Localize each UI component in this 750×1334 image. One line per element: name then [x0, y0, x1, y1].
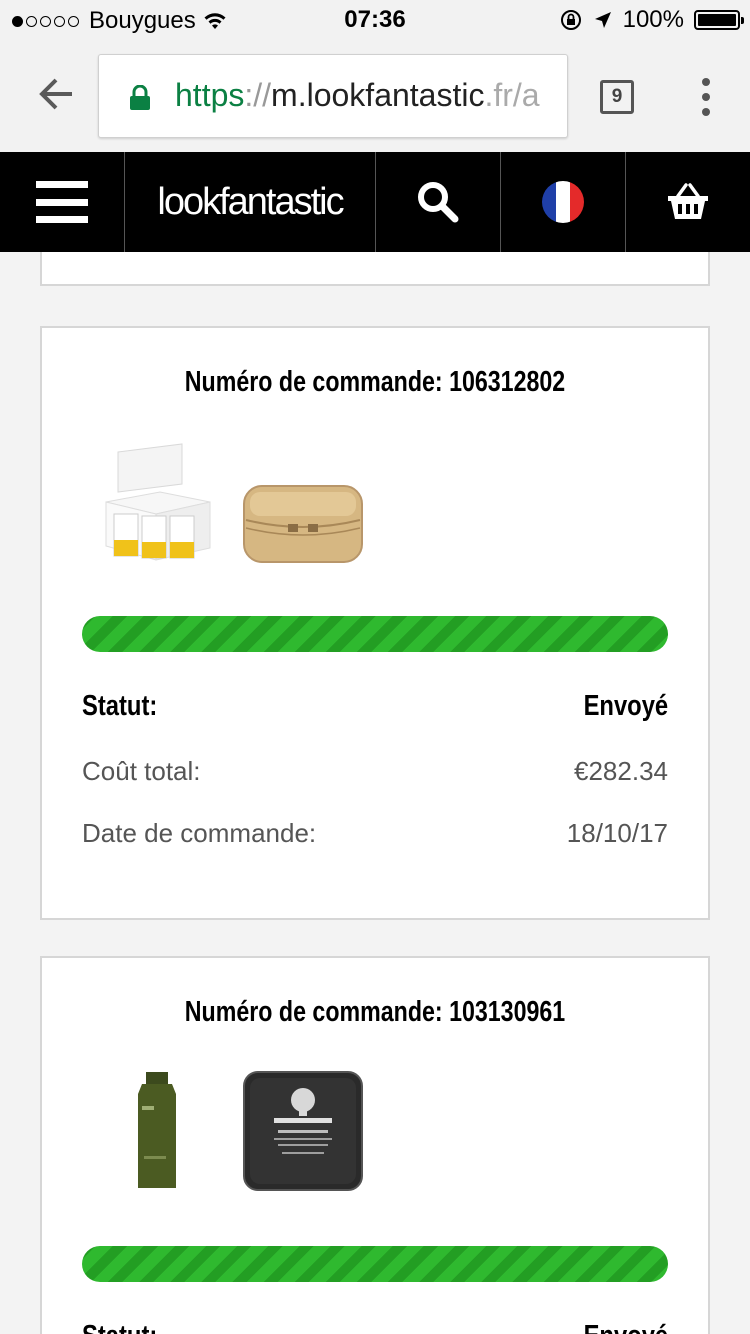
order-status-row: Statut: Envoyé	[82, 690, 668, 723]
battery-percentage: 100%	[622, 6, 684, 33]
back-arrow-icon[interactable]	[36, 74, 76, 114]
order-total-row: Coût total: €282.34	[82, 756, 668, 787]
battery-icon	[694, 10, 744, 30]
product-thumbnail[interactable]	[238, 1066, 368, 1196]
search-button[interactable]	[376, 152, 500, 252]
address-bar[interactable]: https://m.lookfantastic.fr/a	[98, 54, 568, 138]
order-number: Numéro de commande: 103130961	[184, 996, 566, 1028]
product-thumbnail[interactable]	[238, 436, 368, 566]
tab-switcher-button[interactable]: 9	[600, 80, 634, 114]
previous-order-card	[40, 252, 710, 286]
browser-toolbar: https://m.lookfantastic.fr/a 9	[0, 40, 750, 152]
date-value: 18/10/17	[566, 818, 668, 848]
menu-icon	[36, 181, 88, 223]
status-label: Statut:	[82, 1320, 157, 1334]
status-bar: Bouygues 07:36 100%	[0, 0, 750, 40]
france-flag-icon	[542, 181, 584, 223]
status-value: Envoyé	[583, 1320, 668, 1334]
total-label: Coût total:	[82, 756, 201, 786]
delivery-progress-bar	[82, 1246, 668, 1282]
secure-lock-icon	[130, 85, 150, 110]
order-card[interactable]: Numéro de commande: 103130961 Statut: En…	[40, 956, 710, 1334]
status-label: Statut:	[82, 690, 158, 722]
site-logo: lookfantastic	[157, 180, 344, 223]
logo-link[interactable]: lookfantastic	[125, 152, 375, 252]
menu-button[interactable]	[0, 152, 124, 252]
basket-button[interactable]	[626, 152, 750, 252]
status-value: Envoyé	[583, 690, 668, 722]
order-history-list[interactable]: Numéro de commande: 106312802 Statut: En…	[0, 252, 750, 1334]
search-icon	[418, 182, 459, 223]
order-date-row: Date de commande: 18/10/17	[82, 818, 668, 849]
browser-menu-icon[interactable]	[700, 78, 712, 116]
order-card[interactable]: Numéro de commande: 106312802 Statut: En…	[40, 326, 710, 920]
product-thumbnail[interactable]	[98, 436, 228, 566]
total-value: €282.34	[574, 756, 668, 786]
locale-button[interactable]	[501, 152, 625, 252]
product-thumbnail[interactable]	[98, 1066, 228, 1196]
url-text: https://m.lookfantastic.fr/a	[175, 77, 540, 113]
orientation-lock-icon	[560, 10, 581, 30]
site-header: lookfantastic	[0, 152, 750, 252]
location-arrow-icon	[594, 12, 611, 28]
date-label: Date de commande:	[82, 818, 317, 848]
delivery-progress-bar	[82, 616, 668, 652]
order-status-row: Statut: Envoyé	[82, 1320, 668, 1334]
order-number: Numéro de commande: 106312802	[184, 366, 566, 398]
basket-icon	[668, 183, 708, 219]
